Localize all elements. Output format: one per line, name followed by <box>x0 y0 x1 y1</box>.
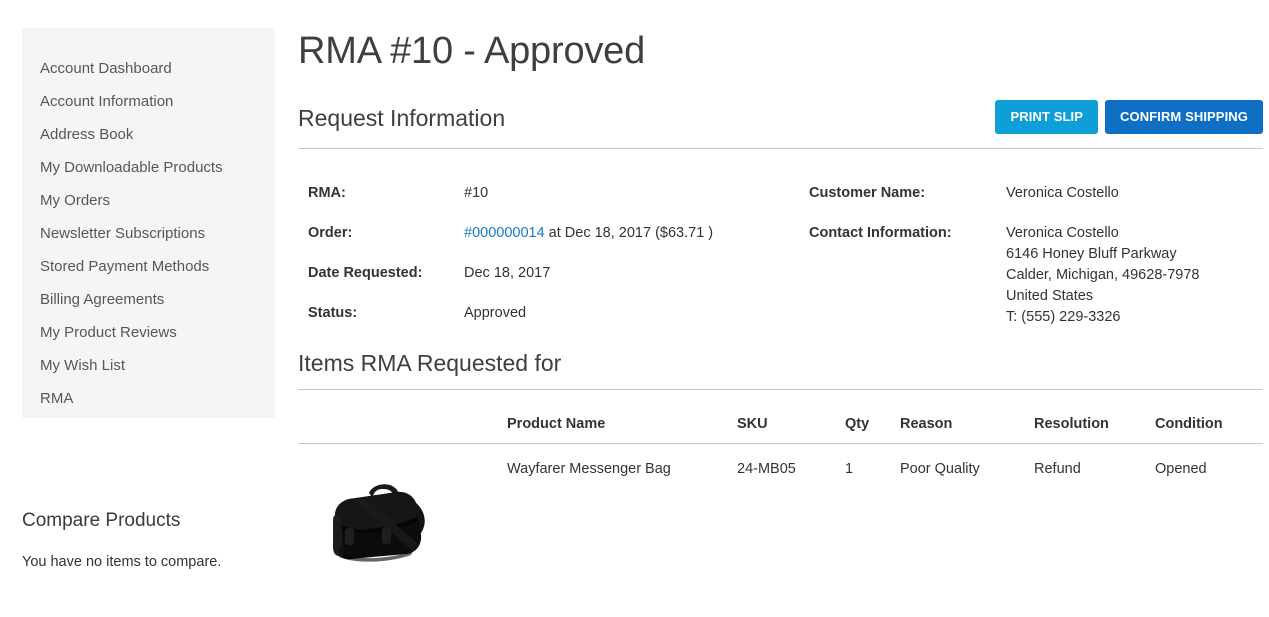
cell-condition: Opened <box>1155 461 1207 477</box>
confirm-shipping-button[interactable]: CONFIRM SHIPPING <box>1105 100 1263 134</box>
request-information-right-column: Customer Name: Veronica Costello Contact… <box>809 183 1259 325</box>
status-label: Status: <box>308 305 358 321</box>
table-row: Wayfarer Messenger Bag 24-MB05 1 Poor Qu… <box>298 444 1263 568</box>
account-sidebar-nav: Account Dashboard Account Information Ad… <box>22 28 275 418</box>
cell-reason: Poor Quality <box>900 461 980 477</box>
column-header-product-name: Product Name <box>507 390 737 444</box>
sidebar-item-newsletter-subscriptions[interactable]: Newsletter Subscriptions <box>22 217 275 250</box>
column-header-sku: SKU <box>737 390 845 444</box>
cell-product-name: Wayfarer Messenger Bag <box>507 461 671 477</box>
cell-qty: 1 <box>845 461 854 477</box>
column-header-condition: Condition <box>1155 390 1263 444</box>
sidebar-item-my-downloadable-products[interactable]: My Downloadable Products <box>22 151 275 184</box>
contact-information-row: Contact Information: Veronica Costello 6… <box>809 223 1259 325</box>
cell-sku: 24-MB05 <box>737 461 796 477</box>
order-link[interactable]: #000000014 <box>464 225 545 241</box>
customer-name-value: Veronica Costello <box>1006 185 1119 201</box>
sidebar-item-my-product-reviews[interactable]: My Product Reviews <box>22 316 275 349</box>
contact-line-name: Veronica Costello <box>1006 225 1119 241</box>
main-content: RMA #10 - Approved Request Information P… <box>298 0 1263 617</box>
header-action-buttons: PRINT SLIP CONFIRM SHIPPING <box>995 100 1263 134</box>
table-header-row: Product Name SKU Qty Reason Resolution C… <box>298 390 1263 444</box>
sidebar-item-my-wish-list[interactable]: My Wish List <box>22 349 275 382</box>
sidebar-item-rma[interactable]: RMA <box>22 382 275 415</box>
date-requested-label: Date Requested: <box>308 265 423 281</box>
sidebar-item-my-orders[interactable]: My Orders <box>22 184 275 217</box>
order-label: Order: <box>308 225 353 241</box>
request-information-left-column: RMA: #10 Order: #000000014 at Dec 18, 20… <box>308 183 788 343</box>
items-section-title: Items RMA Requested for <box>298 350 562 376</box>
contact-line-telephone: T: (555) 229-3326 <box>1006 309 1121 325</box>
rma-value: #10 <box>464 185 489 201</box>
column-header-qty: Qty <box>845 390 900 444</box>
order-value: #000000014 at Dec 18, 2017 ($63.71 ) <box>464 223 713 243</box>
column-header-resolution: Resolution <box>1034 390 1155 444</box>
compare-products-empty-message: You have no items to compare. <box>22 554 222 570</box>
column-header-reason: Reason <box>900 390 1034 444</box>
rma-row: RMA: #10 <box>308 183 788 203</box>
date-requested-row: Date Requested: Dec 18, 2017 <box>308 263 788 283</box>
page-title: RMA #10 - Approved <box>298 30 646 72</box>
request-information-grid: RMA: #10 Order: #000000014 at Dec 18, 20… <box>298 183 1263 343</box>
contact-line-city-state-zip: Calder, Michigan, 49628-7978 <box>1006 267 1200 283</box>
order-row: Order: #000000014 at Dec 18, 2017 ($63.7… <box>308 223 788 243</box>
contact-line-street: 6146 Honey Bluff Parkway <box>1006 246 1177 262</box>
contact-line-country: United States <box>1006 288 1094 304</box>
contact-information-value: Veronica Costello 6146 Honey Bluff Parkw… <box>1006 223 1199 328</box>
rma-label: RMA: <box>308 185 346 201</box>
product-thumbnail-cell <box>298 444 507 568</box>
order-suffix: at Dec 18, 2017 ($63.71 ) <box>544 225 714 241</box>
sidebar-item-stored-payment-methods[interactable]: Stored Payment Methods <box>22 250 275 283</box>
customer-name-label: Customer Name: <box>809 185 926 201</box>
cell-resolution: Refund <box>1034 461 1081 477</box>
sidebar-item-account-dashboard[interactable]: Account Dashboard <box>22 52 275 85</box>
column-header-thumbnail <box>298 390 507 444</box>
date-requested-value: Dec 18, 2017 <box>464 265 551 281</box>
sidebar-item-address-book[interactable]: Address Book <box>22 118 275 151</box>
request-information-divider <box>298 148 1263 149</box>
compare-products-title: Compare Products <box>22 510 181 531</box>
contact-information-label: Contact Information: <box>809 225 952 241</box>
sidebar-item-billing-agreements[interactable]: Billing Agreements <box>22 283 275 316</box>
status-value: Approved <box>464 305 527 321</box>
items-table: Product Name SKU Qty Reason Resolution C… <box>298 390 1263 567</box>
request-information-header: Request Information PRINT SLIP CONFIRM S… <box>298 98 1263 138</box>
sidebar-item-account-information[interactable]: Account Information <box>22 85 275 118</box>
status-row: Status: Approved <box>308 303 788 323</box>
messenger-bag-product-image <box>325 471 443 567</box>
compare-products-block: Compare Products You have no items to co… <box>22 508 275 572</box>
customer-name-row: Customer Name: Veronica Costello <box>809 183 1259 203</box>
print-slip-button[interactable]: PRINT SLIP <box>995 100 1098 134</box>
